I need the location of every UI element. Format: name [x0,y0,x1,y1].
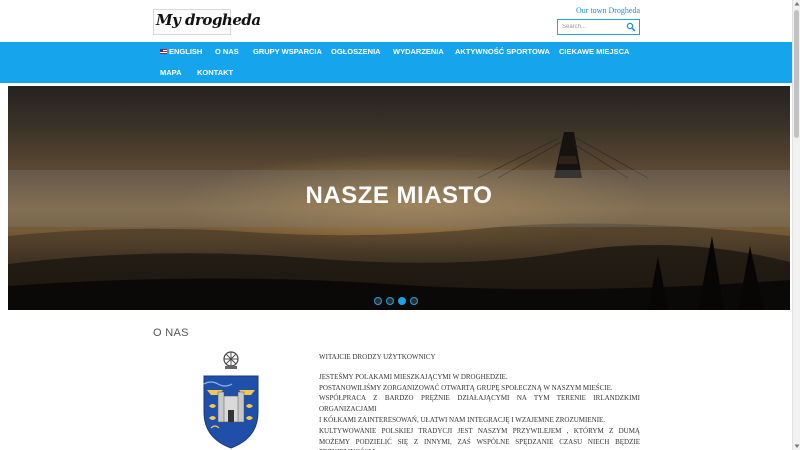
nav-item-ciekawe-miejsca[interactable]: Ciekawe miejsca [559,47,629,56]
nav-item-mapa[interactable]: Mapa [160,68,182,77]
page: My drogheda Our town Drogheda English O … [0,0,800,450]
slider-dot-1[interactable] [374,297,382,305]
clubs-text: i kółkami zainteresowań, ułatwi nam inte… [319,415,606,424]
drogheda-crest-icon [203,351,259,449]
logo-text: My drogheda [156,11,261,29]
search-box [557,19,640,35]
us-flag-icon [160,49,167,54]
scroll-down-arrow-icon[interactable] [794,443,800,449]
slider-dot-3[interactable] [398,297,406,305]
main-nav: English O nas Grupy wsparcia Ogłoszenia … [0,42,800,83]
site-header: My drogheda Our town Drogheda [0,0,800,42]
search-icon[interactable] [626,22,636,32]
slider-dot-2[interactable] [386,297,394,305]
hero-title: NASZE MIASTO [305,182,493,209]
site-logo[interactable]: My drogheda [153,9,261,35]
scrollbar-thumb[interactable] [794,10,799,138]
greeting-text: Witajcie drodzy użytkownicy [319,353,436,361]
nav-item-kontakt[interactable]: Kontakt [197,68,233,77]
our-town-link[interactable]: Our town Drogheda [576,6,640,15]
scroll-up-arrow-icon[interactable] [794,1,800,7]
section-title: O NAS [153,327,189,339]
hero-slider[interactable]: NASZE MIASTO [8,86,790,310]
search-input[interactable] [558,20,626,34]
cooperation-text: Współpraca z bardzo prężnie działającymi… [319,394,640,414]
intro-line-1: Jesteśmy Polakami mieszkającymi w Droghe… [319,372,508,381]
tradition-text: Kultywowanie polskiej tradycji jest nasz… [319,426,640,450]
slider-dot-4[interactable] [410,297,418,305]
nav-item-aktywnosc-sportowa[interactable]: Aktywność sportowa [455,47,550,56]
nav-item-ogloszenia[interactable]: Ogłoszenia [331,47,381,56]
intro-line-2: Postanowiliśmy zorganizować otwartą grup… [319,383,613,392]
nav-item-grupy-wsparcia[interactable]: Grupy wsparcia [253,47,322,56]
nav-item-wydarzenia[interactable]: Wydarzenia [393,47,444,56]
page-scrollbar[interactable] [792,0,800,450]
nav-item-o-nas[interactable]: O nas [215,47,239,56]
nav-item-label: English [169,47,203,56]
nav-item-english[interactable]: English [160,47,202,56]
about-text: Witajcie drodzy użytkownicy Jesteśmy Pol… [319,352,640,450]
